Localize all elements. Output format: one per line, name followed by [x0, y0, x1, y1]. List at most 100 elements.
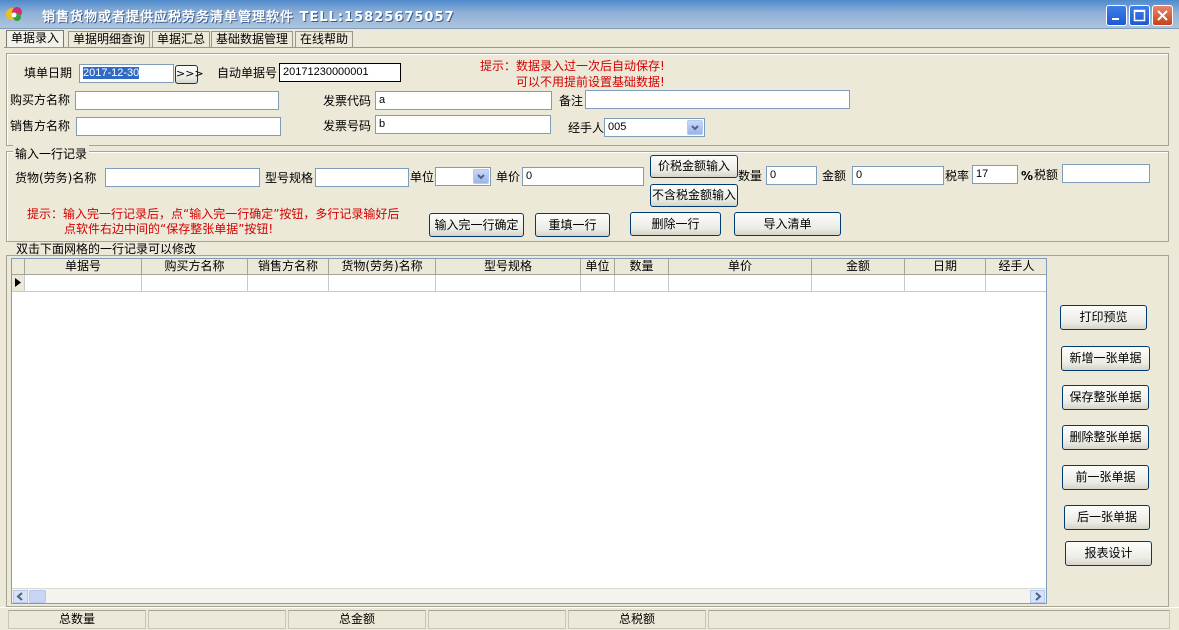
date-field[interactable]: 2017-12-30 [79, 64, 174, 83]
new-document-button[interactable]: 新增一张单据 [1061, 346, 1150, 371]
tax-rate-field[interactable]: 17 [972, 165, 1018, 184]
handler-select[interactable]: 005 [604, 118, 705, 137]
auto-number-label: 自动单据号 [217, 66, 278, 80]
total-quantity-label: 总数量 [8, 610, 146, 629]
column-header[interactable]: 单价 [669, 259, 812, 275]
column-header[interactable]: 型号规格 [436, 259, 581, 275]
date-value: 2017-12-30 [83, 67, 140, 79]
unit-dropdown-button[interactable] [473, 169, 489, 184]
delete-document-button[interactable]: 删除整张单据 [1062, 425, 1149, 450]
table-cell[interactable] [142, 275, 248, 292]
buyer-field[interactable] [75, 91, 279, 110]
quantity-label: 数量 [738, 169, 763, 183]
tax-field[interactable] [1062, 164, 1150, 183]
refill-line-button[interactable]: 重填一行 [535, 213, 610, 237]
close-button[interactable] [1152, 5, 1173, 26]
seller-field[interactable] [76, 117, 281, 136]
column-header[interactable]: 经手人 [986, 259, 1046, 275]
grid-hint: 双击下面网格的一行记录可以修改 [16, 242, 197, 256]
tab-detail-query[interactable]: 单据明细查询 [68, 31, 151, 47]
save-document-button[interactable]: 保存整张单据 [1062, 385, 1149, 410]
table-cell[interactable] [25, 275, 142, 292]
close-icon [1157, 10, 1168, 21]
total-tax-label: 总税额 [568, 610, 706, 629]
handler-value: 005 [608, 121, 627, 133]
tab-online-help[interactable]: 在线帮助 [295, 31, 354, 47]
total-amount-value [428, 610, 566, 629]
goods-label: 货物(劳务)名称 [15, 171, 97, 185]
tab-divider [4, 47, 1170, 48]
seller-label: 销售方名称 [10, 119, 71, 133]
next-document-button[interactable]: 后一张单据 [1064, 505, 1150, 530]
tip-line-entry: 提示：输入完一行记录后，点“输入完一行确定”按钮，多行记录输好后 [27, 207, 400, 221]
confirm-line-button[interactable]: 输入完一行确定 [429, 213, 524, 237]
table-cell[interactable] [905, 275, 986, 292]
import-list-button[interactable]: 导入清单 [734, 212, 841, 236]
print-preview-button[interactable]: 打印预览 [1060, 305, 1147, 330]
column-header[interactable]: 货物(劳务)名称 [329, 259, 436, 275]
tax-label: 税额 [1034, 168, 1059, 182]
previous-document-button[interactable]: 前一张单据 [1062, 465, 1149, 490]
amount-label: 金额 [822, 169, 847, 183]
minimize-icon [1112, 18, 1119, 20]
tab-basic-data[interactable]: 基础数据管理 [211, 31, 294, 47]
hint-no-basic-data: 可以不用提前设置基础数据! [516, 75, 665, 89]
line-entry-legend: 输入一行记录 [13, 145, 90, 162]
table-cell[interactable] [581, 275, 615, 292]
title-bar: 销售货物或者提供应税劳务清单管理软件 TELL:15825675057 [0, 0, 1179, 29]
scroll-right-button[interactable] [1030, 590, 1045, 603]
row-header-corner [12, 259, 25, 275]
percent-sign: % [1021, 169, 1034, 183]
price-label: 单价 [496, 170, 521, 184]
amount-field[interactable]: 0 [852, 166, 944, 185]
scroll-left-button[interactable] [13, 590, 28, 603]
table-cell[interactable] [669, 275, 812, 292]
invoice-number-field[interactable]: b [375, 115, 551, 134]
tab-summary[interactable]: 单据汇总 [152, 31, 211, 47]
table-cell[interactable] [436, 275, 581, 292]
column-header[interactable]: 销售方名称 [248, 259, 329, 275]
model-label: 型号规格 [265, 171, 314, 185]
column-header[interactable]: 购买方名称 [142, 259, 248, 275]
handler-label: 经手人 [568, 121, 605, 135]
table-cell[interactable] [812, 275, 905, 292]
horizontal-scrollbar[interactable] [12, 588, 1046, 603]
auto-number-field[interactable]: 20171230000001 [279, 63, 401, 82]
unit-select[interactable] [435, 167, 491, 186]
model-field[interactable] [315, 168, 409, 187]
report-design-button[interactable]: 报表设计 [1065, 541, 1152, 566]
column-header[interactable]: 日期 [905, 259, 986, 275]
column-header[interactable]: 数量 [615, 259, 669, 275]
total-amount-label: 总金额 [288, 610, 426, 629]
goods-field[interactable] [105, 168, 260, 187]
table-cell[interactable] [248, 275, 329, 292]
table-cell[interactable] [986, 275, 1046, 292]
table-cell[interactable] [615, 275, 669, 292]
column-header[interactable]: 单位 [581, 259, 615, 275]
maximize-button[interactable] [1129, 5, 1150, 26]
delete-line-button[interactable]: 删除一行 [630, 212, 721, 236]
handler-dropdown-button[interactable] [687, 120, 703, 135]
tax-exclusive-input-button[interactable]: 不含税金额输入 [650, 184, 738, 207]
app-logo-icon [6, 7, 22, 21]
tab-entry[interactable]: 单据录入 [6, 30, 65, 48]
date-picker-button[interactable]: >>> [175, 65, 204, 84]
quantity-field[interactable]: 0 [766, 166, 817, 185]
remark-field[interactable] [585, 90, 850, 109]
chevron-down-icon [477, 174, 485, 180]
row-indicator [12, 275, 25, 292]
table-cell[interactable] [329, 275, 436, 292]
arrow-right-icon [1035, 592, 1042, 601]
invoice-code-field[interactable]: a [375, 91, 552, 110]
column-header[interactable]: 金额 [812, 259, 905, 275]
records-grid[interactable]: 单据号 购买方名称 销售方名称 货物(劳务)名称 型号规格 单位 数量 单价 金… [11, 258, 1047, 604]
tax-inclusive-input-button[interactable]: 价税金额输入 [650, 155, 738, 178]
status-bar: 总数量 总金额 总税额 [0, 607, 1179, 630]
tip-save-document: 点软件右边中间的“保存整张单据”按钮! [64, 222, 274, 236]
remark-label: 备注 [559, 94, 584, 108]
scroll-thumb[interactable] [29, 590, 46, 603]
price-field[interactable]: 0 [522, 167, 644, 186]
minimize-button[interactable] [1106, 5, 1127, 26]
column-header[interactable]: 单据号 [25, 259, 142, 275]
hint-auto-save: 提示：数据录入过一次后自动保存! [480, 59, 665, 73]
